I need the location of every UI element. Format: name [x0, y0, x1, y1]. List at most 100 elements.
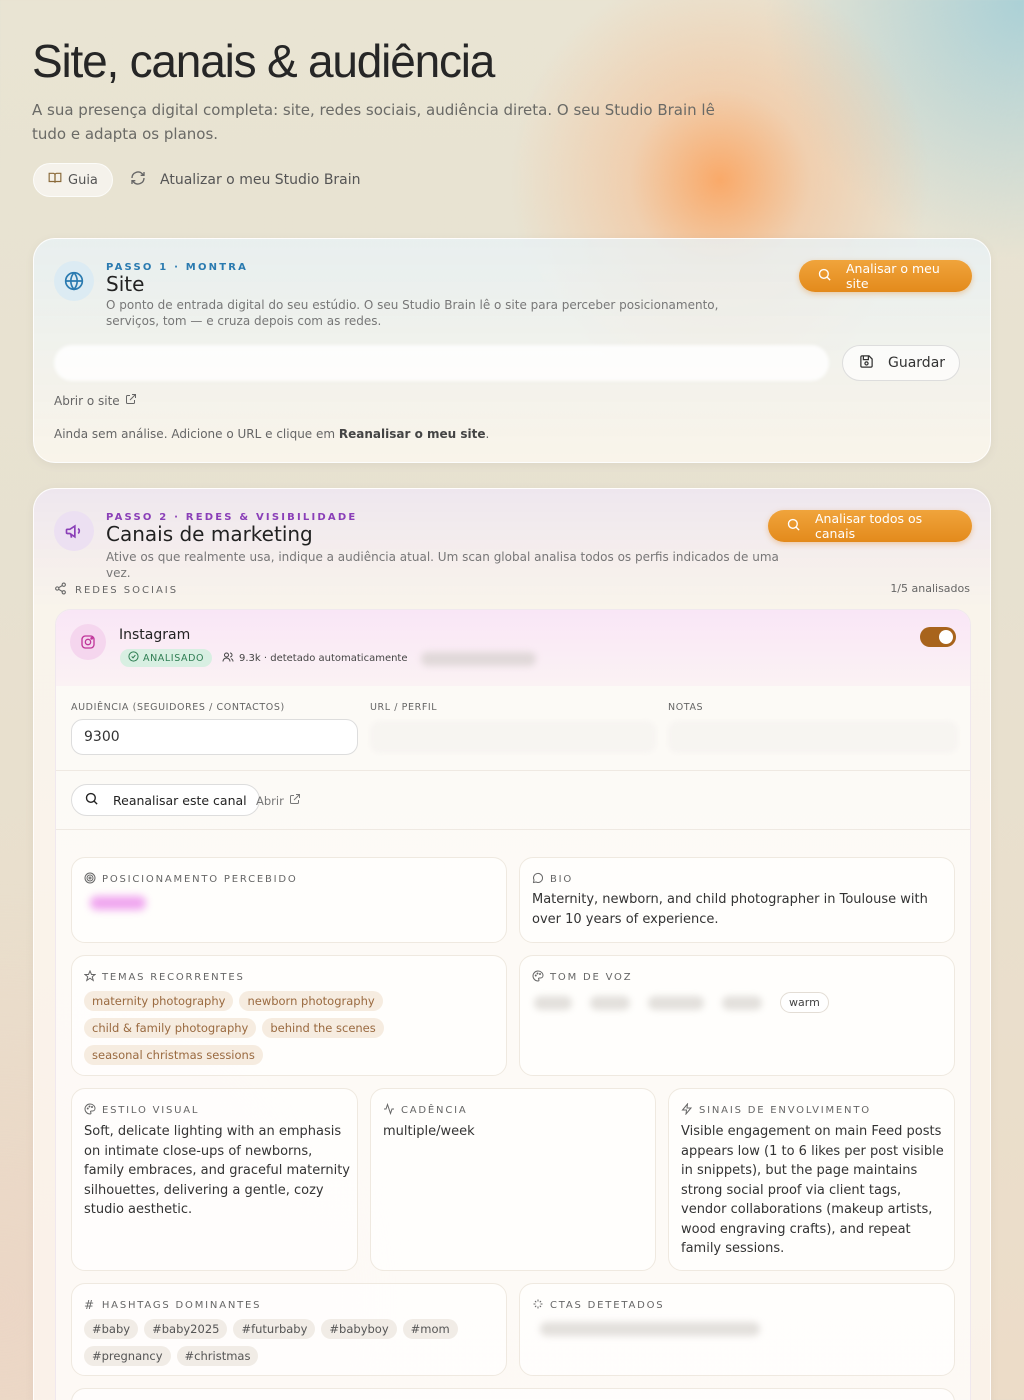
- hashtag-pill: #futurbaby: [233, 1319, 316, 1339]
- save-icon: [859, 354, 874, 373]
- tone-tile: TOM DE VOZ warm: [519, 955, 955, 1076]
- target-icon: [84, 872, 96, 887]
- tone-redacted: [534, 995, 572, 1010]
- social-section-header: REDES SOCIAIS: [54, 582, 178, 598]
- audience-note: 9.3k · detetado automaticamente: [239, 653, 408, 664]
- themes-tile: TEMAS RECORRENTES maternity photography n…: [71, 955, 507, 1076]
- hashtag-pill: #babyboy: [321, 1319, 397, 1339]
- guide-label: Guia: [68, 172, 98, 188]
- instagram-toggle[interactable]: [920, 627, 956, 647]
- visual-style-text: Soft, delicate lighting with an emphasis…: [84, 1124, 351, 1217]
- ctas-label: CTAS DETETADOS: [550, 1300, 665, 1311]
- bio-label: BIO: [550, 874, 574, 885]
- engagement-label: SINAIS DE ENVOLVIMENTO: [699, 1105, 871, 1116]
- visual-style-header: ESTILO VISUAL: [84, 1103, 199, 1118]
- divider: [56, 829, 970, 830]
- hashtags-list: #baby #baby2025 #futurbaby #babyboy #mom #pr…: [84, 1318, 504, 1372]
- tone-redacted: [648, 995, 704, 1010]
- bio-tile: BIO Maternity, newborn, and child photog…: [519, 857, 955, 943]
- instagram-name: Instagram: [119, 627, 191, 643]
- notes-input[interactable]: [668, 721, 958, 753]
- check-circle-icon: [128, 651, 139, 665]
- instagram-header: [56, 610, 970, 686]
- reanalyze-label: Reanalisar este canal: [113, 792, 247, 808]
- instagram-panel: Instagram ANALISADO 9.3k · detetado auto…: [55, 609, 971, 1400]
- empty-bold: Reanalisar o meu site: [338, 427, 486, 441]
- tone-header: TOM DE VOZ: [532, 970, 632, 985]
- toggle-knob: [939, 630, 953, 644]
- refresh-icon: [130, 170, 146, 190]
- audience-detected: 9.3k · detetado automaticamente: [222, 651, 536, 666]
- analyze-all-channels-button[interactable]: Analisar todos os canais: [768, 510, 972, 542]
- cadence-label: CADÊNCIA: [401, 1105, 468, 1116]
- hashtag-pill: #baby: [84, 1319, 139, 1339]
- divider: [56, 770, 970, 771]
- site-url-input[interactable]: [54, 345, 829, 381]
- megaphone-icon: [54, 511, 94, 551]
- site-empty-state: Ainda sem análise. Adicione o URL e cliq…: [54, 427, 489, 441]
- instagram-icon: [70, 624, 106, 660]
- tone-label: TOM DE VOZ: [550, 972, 633, 983]
- activity-icon: [383, 1102, 395, 1118]
- cadence-text: multiple/week: [383, 1124, 475, 1139]
- engagement-text: Visible engagement on main Feed posts ap…: [681, 1124, 944, 1256]
- audience-input[interactable]: 9300: [71, 719, 358, 755]
- channels-description: Ative os que realmente usa, indique a au…: [106, 550, 779, 580]
- hashtags-header: # HASHTAGS DOMINANTES: [84, 1298, 261, 1312]
- cadence-tile: CADÊNCIA multiple/week: [370, 1088, 656, 1271]
- open-channel-link[interactable]: Abrir: [256, 793, 301, 808]
- star-icon: [83, 969, 97, 985]
- guide-button[interactable]: Guia: [33, 163, 113, 197]
- search-icon: [817, 267, 832, 285]
- site-title: Site: [106, 272, 145, 296]
- site-card: PASSO 1 · MONTRA Site O ponto de entrada…: [33, 238, 991, 463]
- open-site-link[interactable]: Abrir o site: [54, 393, 137, 408]
- share-icon: [54, 582, 67, 598]
- analyzed-status: ANALISADO: [143, 652, 205, 664]
- analyzed-badge: ANALISADO: [120, 649, 213, 667]
- update-label: Atualizar o meu Studio Brain: [160, 172, 361, 188]
- ctas-header: CTAS DETETADOS: [532, 1298, 664, 1313]
- url-input[interactable]: [370, 721, 656, 753]
- positioning-label: POSICIONAMENTO PERCEBIDO: [102, 874, 298, 885]
- update-brain-button[interactable]: Atualizar o meu Studio Brain: [130, 163, 361, 197]
- tone-redacted: [722, 995, 762, 1010]
- theme-pill: behind the scenes: [262, 1018, 384, 1038]
- social-section-label: REDES SOCIAIS: [75, 584, 179, 596]
- tone-pill: warm: [780, 992, 829, 1013]
- channels-card: PASSO 2 · REDES & VISIBILIDADE Canais de…: [33, 488, 991, 1400]
- users-icon: [222, 651, 234, 666]
- positioning-tile: POSICIONAMENTO PERCEBIDO: [71, 857, 507, 943]
- url-label: URL / PERFIL: [370, 702, 438, 713]
- hashtags-tile: # HASHTAGS DOMINANTES #baby #baby2025 #fut…: [71, 1283, 507, 1376]
- bio-header: BIO: [532, 872, 573, 887]
- visual-style-label: ESTILO VISUAL: [102, 1105, 200, 1116]
- hashtag-pill: #baby2025: [144, 1319, 228, 1339]
- themes-label: TEMAS RECORRENTES: [102, 972, 245, 983]
- themes-header: TEMAS RECORRENTES: [83, 969, 245, 985]
- theme-pill: newborn photography: [239, 991, 383, 1011]
- hash-icon: #: [84, 1298, 96, 1312]
- hashtag-pill: #mom: [402, 1319, 458, 1339]
- engagement-tile: SINAIS DE ENVOLVIMENTO Visible engagemen…: [668, 1088, 955, 1271]
- analyze-site-label: Analisar o meu site: [846, 261, 940, 291]
- visual-style-tile: ESTILO VISUAL Soft, delicate lighting wi…: [71, 1088, 358, 1271]
- sparkle-icon: [532, 1298, 544, 1313]
- reanalyze-channel-button[interactable]: Reanalisar este canal: [71, 784, 260, 816]
- search-icon: [786, 517, 801, 535]
- globe-icon: [54, 261, 94, 301]
- theme-pill: seasonal christmas sessions: [84, 1045, 263, 1065]
- cadence-header: CADÊNCIA: [383, 1102, 468, 1118]
- tone-redacted: [590, 995, 630, 1010]
- hashtag-pill: #christmas: [176, 1346, 259, 1366]
- analyze-site-button[interactable]: Analisar o meu site: [799, 260, 972, 292]
- hashtags-label: HASHTAGS DOMINANTES: [101, 1299, 262, 1311]
- save-button[interactable]: Guardar: [842, 345, 960, 381]
- external-link-icon: [289, 793, 301, 808]
- tone-pills: warm: [534, 992, 829, 1013]
- bio-text: Maternity, newborn, and child photograph…: [532, 892, 928, 927]
- page-subtitle: A sua presença digital completa: site, r…: [32, 101, 715, 143]
- site-description: O ponto de entrada digital do seu estúdi…: [106, 298, 719, 328]
- empty-suffix: .: [485, 427, 490, 441]
- analyzed-count: 1/5 analisados: [890, 582, 970, 595]
